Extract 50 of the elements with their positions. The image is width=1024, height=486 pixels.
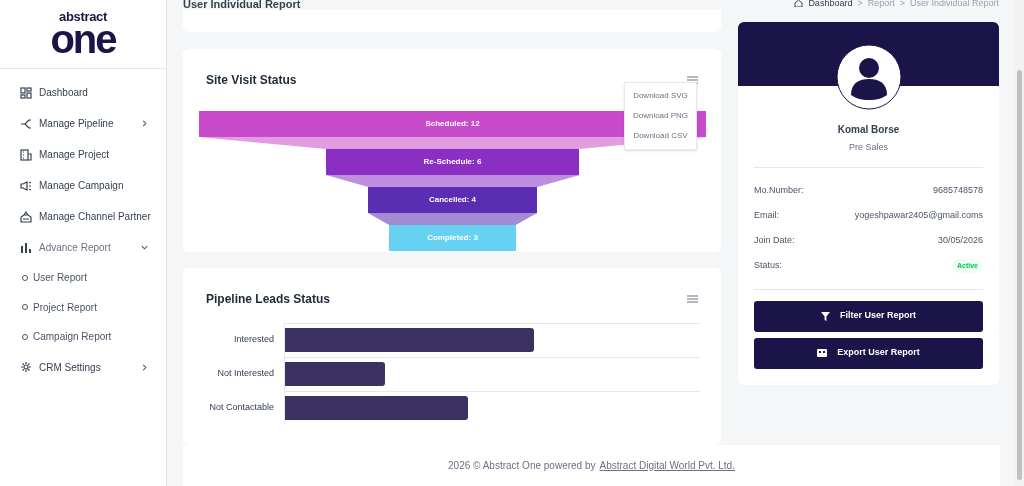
flow-icon	[20, 117, 32, 130]
grid-icon	[20, 86, 32, 99]
footer-text: 2026 © Abstract One powered by	[448, 459, 596, 473]
sidebar-subitem[interactable]: Campaign Report	[20, 322, 162, 352]
sidebar-item[interactable]: Dashboard	[20, 77, 162, 108]
chart-title: Pipeline Leads Status	[206, 290, 331, 308]
filter-icon	[821, 311, 830, 321]
field-label: Join Date:	[754, 234, 795, 248]
stage-label: Scheduled: 12	[425, 118, 480, 131]
chart-title: Site Visit Status	[206, 72, 297, 90]
menu-item[interactable]: Download SVG	[625, 86, 696, 107]
breadcrumb-separator: >	[899, 0, 905, 8]
footer-link[interactable]: Abstract Digital World Pvt. Ltd.	[599, 458, 735, 473]
menu-item[interactable]: Download PNG	[625, 106, 696, 127]
menu-item[interactable]: Download CSV	[625, 126, 696, 147]
stage-label: Re-Schedule: 6	[423, 156, 482, 169]
handshake-icon	[20, 210, 32, 223]
sidebar-item[interactable]: Manage Pipeline	[20, 108, 162, 139]
profile-role: Pre Sales	[754, 141, 983, 168]
field-value: yogeshpawar2405@gmail.coms	[854, 209, 983, 223]
sidebar-item[interactable]: Manage Channel Partner	[20, 201, 162, 232]
field-value: 9685748578	[932, 184, 983, 198]
logo[interactable]: abstract one	[0, 0, 166, 69]
sidebar-item[interactable]: Advance Report	[20, 232, 162, 263]
bar-chart-icon	[20, 241, 32, 254]
bar-label: Interested	[232, 333, 275, 347]
page-title: User Individual Report	[183, 0, 302, 10]
table-icon	[817, 349, 828, 357]
sidebar-item[interactable]: Manage Project	[20, 139, 162, 170]
report-button[interactable]: Export User Report	[754, 337, 983, 369]
profile-name: Komal Borse	[836, 123, 901, 137]
field-value: 30/05/2026	[937, 234, 983, 248]
sidebar-item[interactable]: Manage Campaign	[20, 170, 162, 201]
sidebar-subitem[interactable]: User Report	[20, 263, 162, 293]
home-icon	[794, 0, 804, 7]
breadcrumb-separator: >	[857, 0, 863, 8]
settings-icon	[20, 361, 32, 373]
sidebar-subitem[interactable]: Project Report	[20, 292, 162, 322]
building-icon	[20, 148, 32, 161]
megaphone-icon	[20, 179, 32, 192]
report-button[interactable]: Filter User Report	[754, 300, 983, 332]
field-label: Status:	[754, 259, 782, 273]
stage-label: Cancelled: 4	[428, 194, 477, 207]
field-label: Email:	[754, 209, 779, 223]
stage-label: Completed: 3	[427, 232, 478, 245]
bar-label: Not Contactable	[208, 401, 275, 415]
menu-icon[interactable]	[687, 294, 698, 303]
sidebar-item[interactable]: CRM Settings	[20, 351, 162, 383]
field-label: Mo.Number:	[754, 184, 804, 198]
bar-label: Not Interested	[216, 367, 275, 381]
